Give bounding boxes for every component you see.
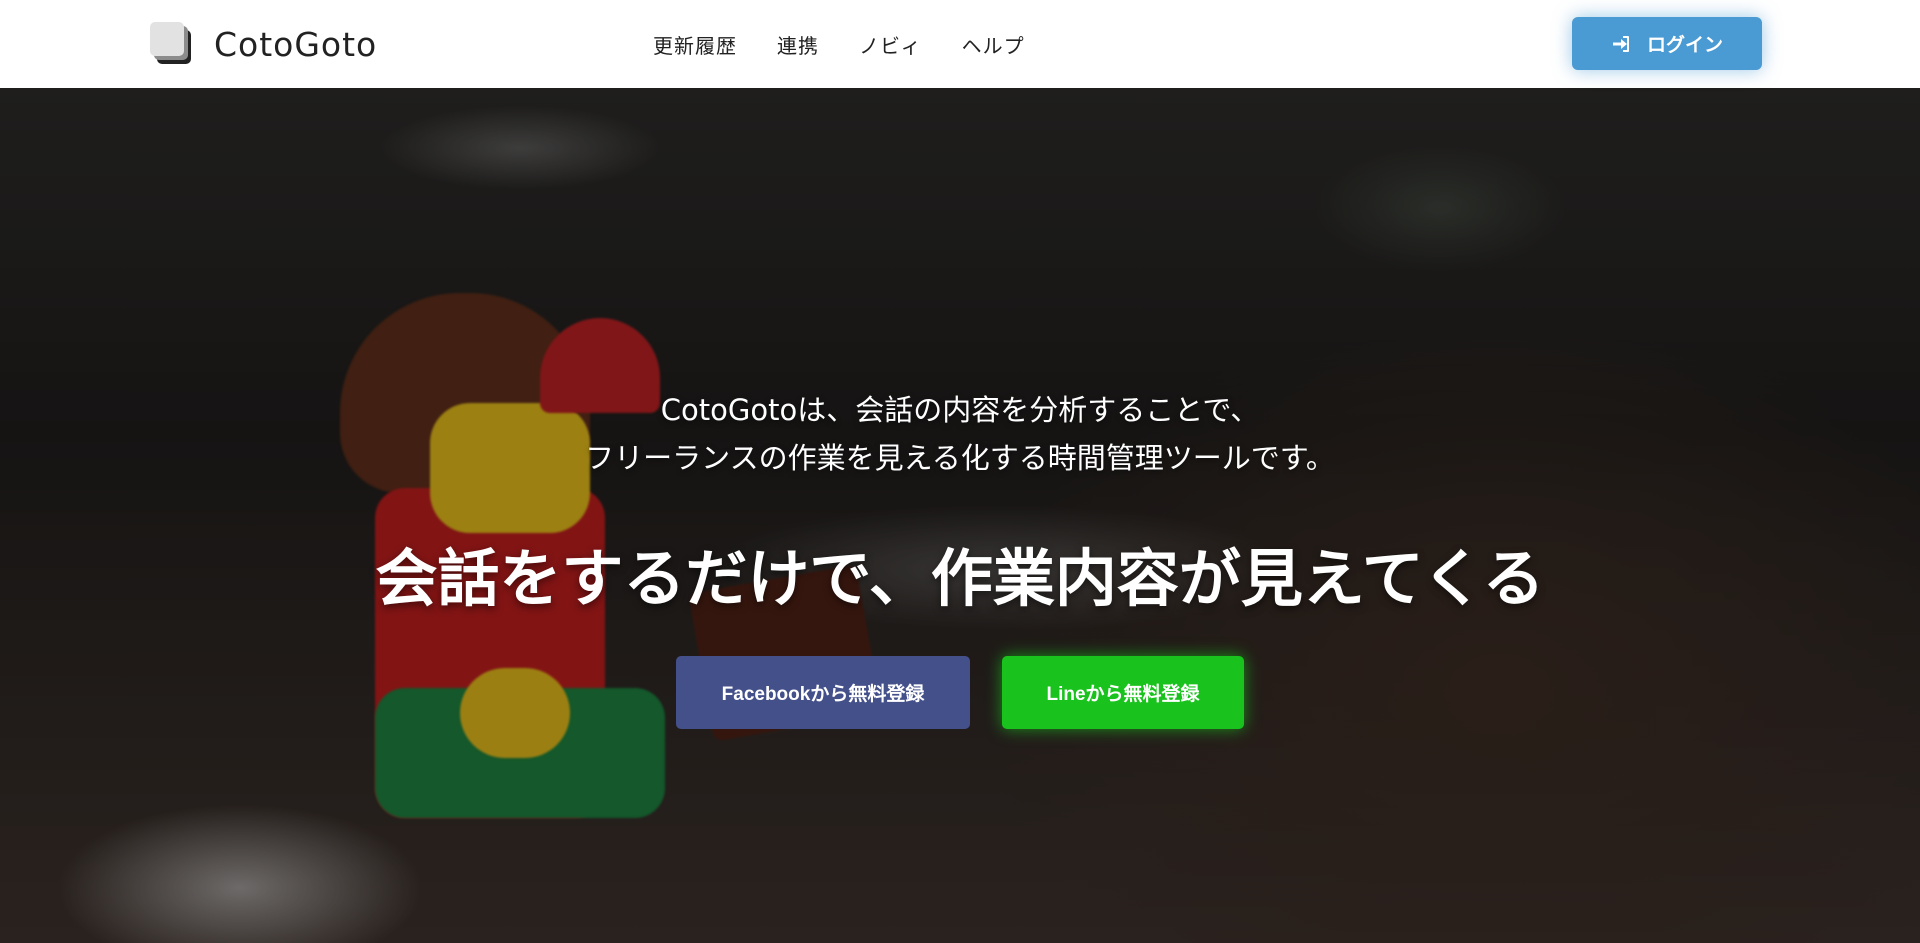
- login-button[interactable]: ログイン: [1572, 17, 1762, 70]
- facebook-signup-button[interactable]: Facebookから無料登録: [676, 656, 970, 729]
- logo-link[interactable]: CotoGoto: [150, 22, 377, 66]
- hero-subtitle-line2: フリーランスの作業を見える化する時間管理ツールです。: [585, 441, 1335, 475]
- site-header: CotoGoto 更新履歴 連携 ノビィ ヘルプ ログイン: [0, 0, 1920, 88]
- hero-section: CotoGotoは、会話の内容を分析することで、 フリーランスの作業を見える化す…: [0, 88, 1920, 943]
- hero-overlay: [0, 88, 1920, 943]
- login-label: ログイン: [1646, 35, 1723, 56]
- sign-in-icon: [1611, 34, 1631, 54]
- main-nav: 更新履歴 連携 ノビィ ヘルプ: [653, 30, 1025, 59]
- nav-item-changelog[interactable]: 更新履歴: [653, 30, 737, 59]
- logo-text: CotoGoto: [214, 24, 378, 64]
- nav-item-help[interactable]: ヘルプ: [962, 30, 1025, 59]
- nav-item-integrations[interactable]: 連携: [777, 30, 819, 59]
- line-signup-button[interactable]: Lineから無料登録: [1002, 656, 1244, 729]
- logo-icon: [150, 22, 194, 66]
- hero-subtitle-line1: CotoGotoは、会話の内容を分析することで、: [660, 393, 1260, 427]
- nav-item-nobby[interactable]: ノビィ: [859, 30, 922, 59]
- hero-headline: 会話をするだけで、作業内容が見えてくる: [375, 542, 1545, 615]
